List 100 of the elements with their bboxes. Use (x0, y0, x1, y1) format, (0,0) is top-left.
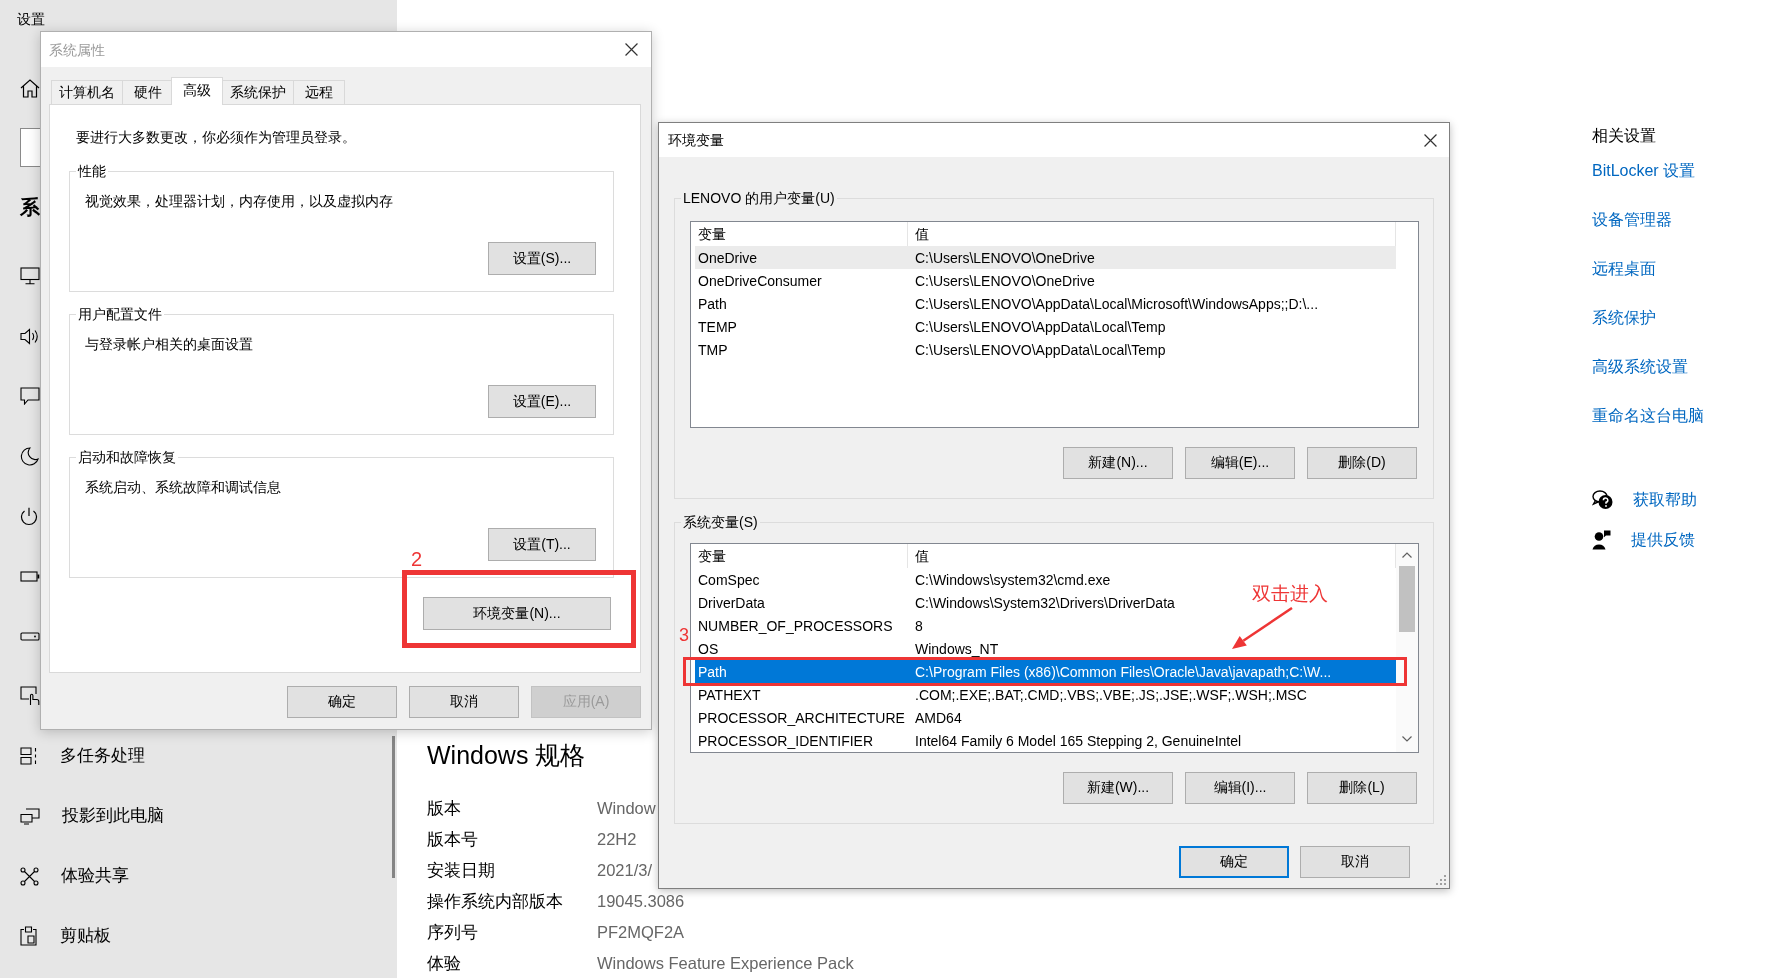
stacked-windows-icon (20, 747, 38, 765)
scrollbar[interactable] (392, 736, 395, 878)
list-action-button[interactable]: 删除(L) (1307, 772, 1417, 804)
screens-icon (20, 807, 40, 825)
spec-label: 安装日期 (427, 859, 495, 880)
group-title: LENOVO 的用户变量(U) (681, 188, 837, 208)
group-title: 用户配置文件 (76, 304, 164, 324)
tablet-touch-icon[interactable] (20, 686, 40, 706)
list-action-button[interactable]: 新建(N)... (1063, 447, 1173, 479)
settings-link[interactable]: 系统保护 (1592, 307, 1656, 329)
spec-label: 版本 (427, 797, 461, 818)
chevron-up-icon[interactable] (1402, 552, 1412, 558)
help-link[interactable]: 获取帮助 (1592, 488, 1697, 512)
app-title: 设置 (17, 10, 45, 28)
table-cell[interactable]: PATHEXT (695, 686, 908, 703)
message-icon[interactable] (20, 387, 40, 405)
moon-icon[interactable] (20, 446, 39, 466)
table-cell[interactable]: Intel64 Family 6 Model 165 Stepping 2, GenuineIntel (908, 732, 1242, 749)
annotation-text: 双击进入 (1252, 584, 1328, 604)
table-cell[interactable]: OS (695, 640, 908, 657)
table-cell[interactable]: C:\Users\LENOVO\OneDrive (908, 246, 1396, 269)
close-icon[interactable] (1424, 133, 1437, 147)
speaker-icon[interactable] (20, 327, 40, 345)
group-title: 性能 (76, 161, 108, 181)
scrollbar-thumb[interactable] (1399, 566, 1415, 632)
settings-button[interactable]: 设置(T)... (488, 528, 596, 561)
close-icon[interactable] (625, 43, 638, 56)
spec-label: 版本号 (427, 828, 478, 849)
list-action-button[interactable]: 编辑(E)... (1185, 447, 1295, 479)
settings-link[interactable]: 重命名这台电脑 (1592, 405, 1704, 427)
step-number: 3 (679, 625, 689, 645)
table-cell[interactable]: C:\Users\LENOVO\AppData\Local\Temp (908, 318, 1166, 335)
table-cell[interactable]: TEMP (695, 318, 908, 335)
spec-value: 2021/3/ (597, 859, 653, 880)
table-cell[interactable]: Windows_NT (908, 640, 999, 657)
table-cell[interactable]: C:\Users\LENOVO\OneDrive (908, 272, 1095, 289)
settings-link[interactable]: BitLocker 设置 (1592, 160, 1696, 182)
settings-link[interactable]: 设备管理器 (1592, 209, 1672, 231)
spec-label: 序列号 (427, 921, 478, 942)
list-action-button[interactable]: 编辑(I)... (1185, 772, 1295, 804)
nav-item[interactable]: 体验共享 (20, 865, 129, 887)
table-cell[interactable]: C:\Program Files (x86)\Common Files\Oracle\Java\javapath;C:\W... (908, 660, 1396, 683)
monitor-icon[interactable] (20, 267, 40, 285)
tab[interactable]: 计算机名 (51, 80, 123, 104)
resize-grip-icon[interactable] (1436, 875, 1446, 885)
settings-button[interactable]: 设置(S)... (488, 242, 596, 275)
chevron-down-icon[interactable] (1402, 736, 1412, 742)
person-icon (1592, 530, 1611, 550)
list-action-button[interactable]: 新建(W)... (1063, 772, 1173, 804)
search-field[interactable] (20, 128, 42, 167)
table-cell[interactable]: AMD64 (908, 709, 962, 726)
clipboard-icon (20, 926, 38, 946)
variable-list[interactable] (690, 221, 1419, 428)
environment-variables-button[interactable]: 环境变量(N)... (423, 597, 611, 630)
group-title: 启动和故障恢复 (76, 447, 178, 467)
nav-item[interactable]: 投影到此电脑 (20, 805, 164, 827)
table-cell[interactable]: C:\Windows\system32\cmd.exe (908, 571, 1111, 588)
dialog-button[interactable]: 取消 (409, 686, 519, 718)
group-description: 系统启动、系统故障和调试信息 (85, 478, 281, 497)
settings-link[interactable]: 高级系统设置 (1592, 356, 1688, 378)
power-icon[interactable] (20, 506, 38, 526)
table-cell[interactable]: TMP (695, 341, 908, 358)
table-cell[interactable]: OneDriveConsumer (695, 272, 908, 289)
table-cell[interactable]: C:\Users\LENOVO\AppData\Local\Temp (908, 341, 1166, 358)
drive-icon[interactable] (20, 631, 40, 641)
window-title: 系统属性 (49, 40, 105, 59)
table-cell[interactable]: C:\Windows\System32\Drivers\DriverData (908, 594, 1175, 611)
scrollbar[interactable] (1396, 544, 1418, 752)
table-cell[interactable]: Path (695, 660, 908, 683)
nav-item[interactable]: 多任务处理 (20, 745, 145, 767)
table-cell[interactable]: OneDrive (695, 246, 908, 269)
spec-label: 体验 (427, 952, 461, 973)
window-title: 环境变量 (668, 131, 724, 149)
table-cell[interactable]: 8 (908, 617, 923, 634)
notice-text: 要进行大多数更改，你必须作为管理员登录。 (76, 128, 356, 147)
home-icon[interactable] (20, 78, 40, 98)
spec-label: 操作系统内部版本 (427, 890, 563, 911)
nav-item[interactable]: 剪贴板 (20, 925, 111, 947)
table-cell[interactable]: PROCESSOR_IDENTIFIER (695, 732, 908, 749)
list-action-button[interactable]: 删除(D) (1307, 447, 1417, 479)
table-cell[interactable]: NUMBER_OF_PROCESSORS (695, 617, 908, 634)
dialog-button[interactable]: 确定 (287, 686, 397, 718)
spec-value: 22H2 (597, 828, 637, 849)
dialog-button[interactable]: 确定 (1179, 846, 1289, 878)
table-cell[interactable]: Path (695, 295, 908, 312)
step-number: 2 (411, 549, 423, 569)
column-header[interactable]: 变量 (695, 544, 908, 568)
tab[interactable]: 高级 (171, 77, 223, 105)
table-cell[interactable]: DriverData (695, 594, 908, 611)
battery-icon[interactable] (20, 570, 40, 582)
tab[interactable]: 远程 (293, 80, 345, 104)
table-cell[interactable]: PROCESSOR_ARCHITECTURE (695, 709, 908, 726)
settings-link[interactable]: 远程桌面 (1592, 258, 1656, 280)
settings-button[interactable]: 设置(E)... (488, 385, 596, 418)
table-cell[interactable]: ComSpec (695, 571, 908, 588)
help-link[interactable]: 提供反馈 (1592, 528, 1695, 552)
table-cell[interactable]: .COM;.EXE;.BAT;.CMD;.VBS;.VBE;.JS;.JSE;.WSF;.WSH;.MSC (908, 686, 1307, 703)
spec-value: Window (597, 797, 656, 818)
table-cell[interactable]: C:\Users\LENOVO\AppData\Local\Microsoft\WindowsApps;;D:\... (908, 295, 1319, 312)
dialog-button[interactable]: 取消 (1300, 846, 1410, 878)
